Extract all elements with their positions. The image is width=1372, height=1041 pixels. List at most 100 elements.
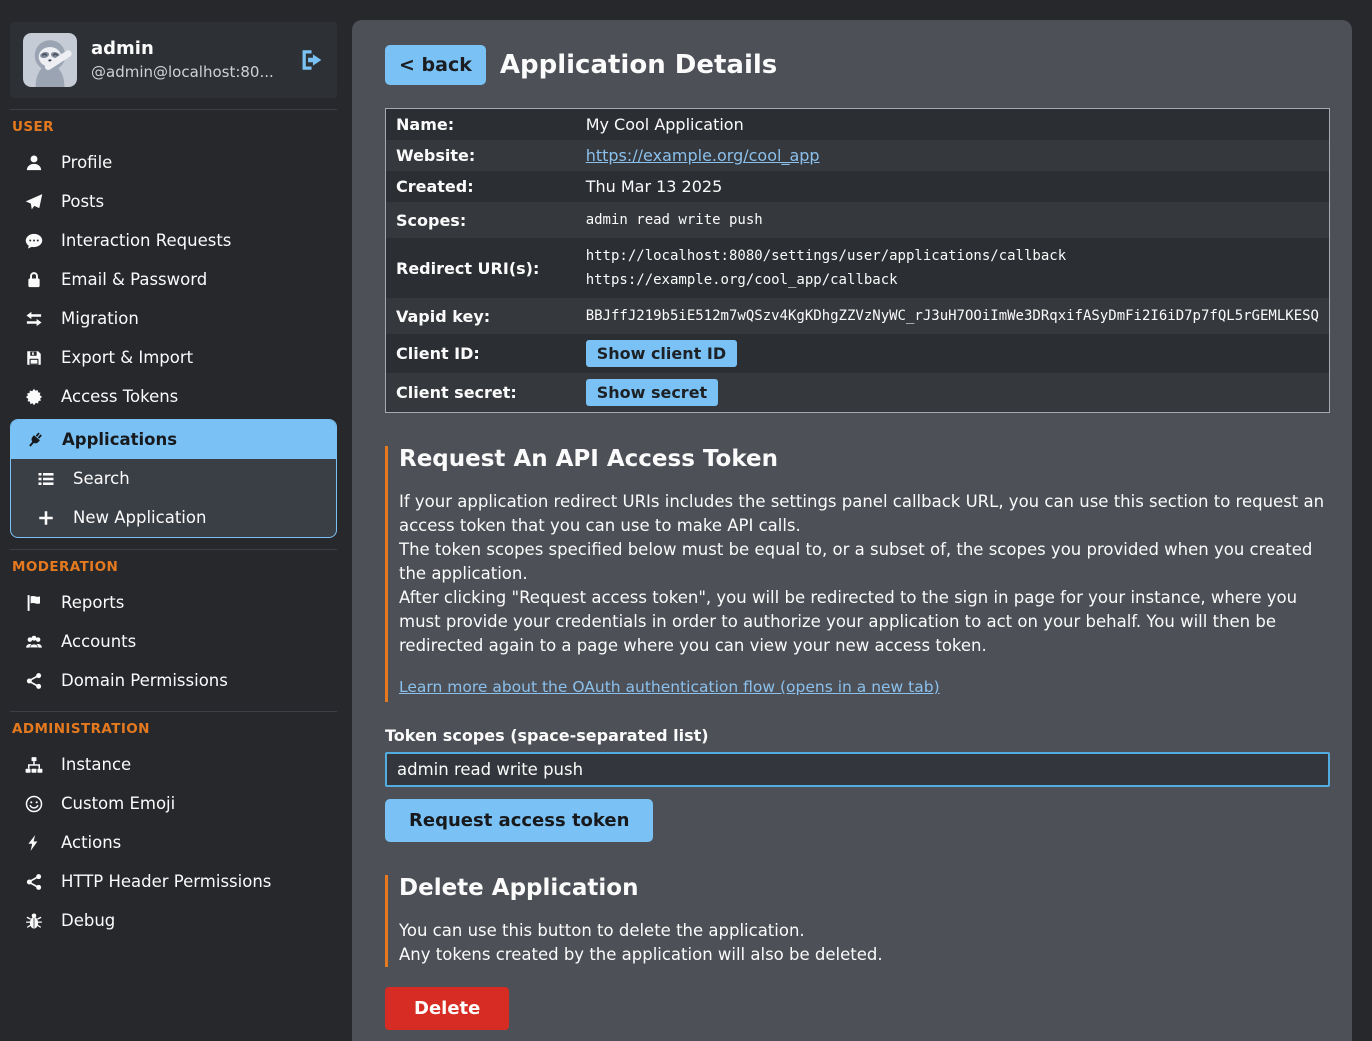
sidebar-item-reports[interactable]: Reports [10,583,337,622]
user-name: admin [91,39,284,59]
sidebar-item-label: New Application [73,508,206,527]
sidebar-section-label: USER [12,119,335,135]
users-icon [23,633,45,651]
website-link[interactable]: https://example.org/cool_app [586,146,820,165]
sidebar-item-label: Access Tokens [61,387,178,406]
sloth-avatar [23,33,77,87]
sidebar-group-children: Search New Application [11,459,336,537]
delete-section: Delete Application You can use this butt… [385,875,1330,967]
sidebar-item-migration[interactable]: Migration [10,299,337,338]
delete-section-line: You can use this button to delete the ap… [399,919,1330,943]
share-nodes-icon [23,873,45,891]
user-meta: admin @admin@localhost:80... [91,39,284,81]
detail-value: My Cool Application [586,115,744,134]
sidebar-item-label: Migration [61,309,139,328]
sitemap-icon [23,756,45,774]
sidebar-item-accounts[interactable]: Accounts [10,622,337,661]
delete-section-line: Any tokens created by the application wi… [399,943,1330,967]
detail-label: Scopes: [386,202,576,238]
user-card[interactable]: admin @admin@localhost:80... [10,22,337,98]
application-details-table: Name: My Cool Application Website: https… [385,108,1330,413]
sidebar-item-new-application[interactable]: New Application [11,498,336,537]
sidebar-item-label: Accounts [61,632,136,651]
sidebar-item-posts[interactable]: Posts [10,182,337,221]
request-access-token-button[interactable]: Request access token [385,799,653,842]
detail-value: https://example.org/cool_app/callback [586,268,1319,292]
sidebar-item-actions[interactable]: Actions [10,823,337,862]
lock-icon [23,271,45,289]
sidebar-nav: USER Profile Posts Interaction Requests … [10,109,337,940]
floppy-icon [23,349,45,367]
token-scopes-label: Token scopes (space-separated list) [385,726,1330,745]
detail-label: Name: [386,109,576,141]
plus-icon [35,509,57,527]
sidebar-item-label: HTTP Header Permissions [61,872,271,891]
token-section-paragraph: After clicking "Request access token", y… [399,586,1330,658]
details-table-body: Name: My Cool Application Website: https… [386,109,1330,413]
token-form: Token scopes (space-separated list) Requ… [385,726,1330,842]
detail-label: Client ID: [386,334,576,373]
detail-label: Created: [386,171,576,202]
sidebar-item-label: Export & Import [61,348,193,367]
detail-value: admin read write push [586,212,763,228]
delete-button[interactable]: Delete [385,987,509,1030]
sidebar-item-interaction-requests[interactable]: Interaction Requests [10,221,337,260]
sidebar-item-domain-permissions[interactable]: Domain Permissions [10,661,337,700]
delete-section-lines: You can use this button to delete the ap… [399,919,1330,967]
sidebar-item-label: Email & Password [61,270,207,289]
detail-row-created: Created: Thu Mar 13 2025 [386,171,1330,202]
list-icon [35,470,57,488]
page-header: < back Application Details [385,45,1330,85]
detail-row-client-id: Client ID: Show client ID [386,334,1330,373]
detail-value: http://localhost:8080/settings/user/appl… [586,244,1319,268]
detail-label: Vapid key: [386,298,576,334]
bug-icon [23,912,45,930]
sidebar-item-custom-emoji[interactable]: Custom Emoji [10,784,337,823]
detail-value: Thu Mar 13 2025 [586,177,723,196]
share-nodes-icon [23,672,45,690]
sidebar-item-http-header-permissions[interactable]: HTTP Header Permissions [10,862,337,901]
sidebar-item-search[interactable]: Search [11,459,336,498]
smile-icon [23,795,45,813]
user-handle: @admin@localhost:80... [91,63,284,81]
sidebar-item-debug[interactable]: Debug [10,901,337,940]
sidebar-divider [10,109,337,110]
oauth-docs-link[interactable]: Learn more about the OAuth authenticatio… [399,678,940,696]
show-secret-button[interactable]: Show secret [586,379,719,406]
sidebar-item-label: Profile [61,153,112,172]
sidebar-section-label: ADMINISTRATION [12,721,335,737]
certificate-icon [23,388,45,406]
sidebar-item-label: Custom Emoji [61,794,175,813]
detail-label: Client secret: [386,373,576,413]
show-client-id-button[interactable]: Show client ID [586,340,737,367]
sidebar: admin @admin@localhost:80... USER Profil… [0,0,347,1041]
delete-section-title: Delete Application [399,875,1330,901]
sidebar-item-label: Search [73,469,130,488]
sidebar-item-email-password[interactable]: Email & Password [10,260,337,299]
sidebar-item-access-tokens[interactable]: Access Tokens [10,377,337,416]
detail-row-scopes: Scopes: admin read write push [386,202,1330,238]
detail-row-name: Name: My Cool Application [386,109,1330,141]
sidebar-section-label: MODERATION [12,559,335,575]
back-button[interactable]: < back [385,45,486,85]
sidebar-item-instance[interactable]: Instance [10,745,337,784]
sidebar-item-export-import[interactable]: Export & Import [10,338,337,377]
sidebar-divider [10,711,337,712]
sidebar-item-label: Debug [61,911,115,930]
flag-icon [23,594,45,612]
token-section: Request An API Access Token If your appl… [385,446,1330,702]
page-title: Application Details [500,50,777,80]
token-section-paragraph: If your application redirect URIs includ… [399,490,1330,538]
detail-row-vapid-key: Vapid key: BBJffJ219b5iE512m7wQSzv4KgKDh… [386,298,1330,334]
sidebar-item-profile[interactable]: Profile [10,143,337,182]
sidebar-item-label: Interaction Requests [61,231,231,250]
main-panel: < back Application Details Name: My Cool… [352,20,1352,1041]
sidebar-group-applications: Applications Search New Application [10,419,337,538]
token-scopes-input[interactable] [385,752,1330,787]
token-section-paragraph: The token scopes specified below must be… [399,538,1330,586]
sidebar-item-applications[interactable]: Applications [11,420,336,459]
token-section-paragraphs: If your application redirect URIs includ… [399,490,1330,658]
sidebar-item-label: Reports [61,593,124,612]
sign-out-icon[interactable] [298,47,324,73]
sidebar-item-label: Domain Permissions [61,671,228,690]
